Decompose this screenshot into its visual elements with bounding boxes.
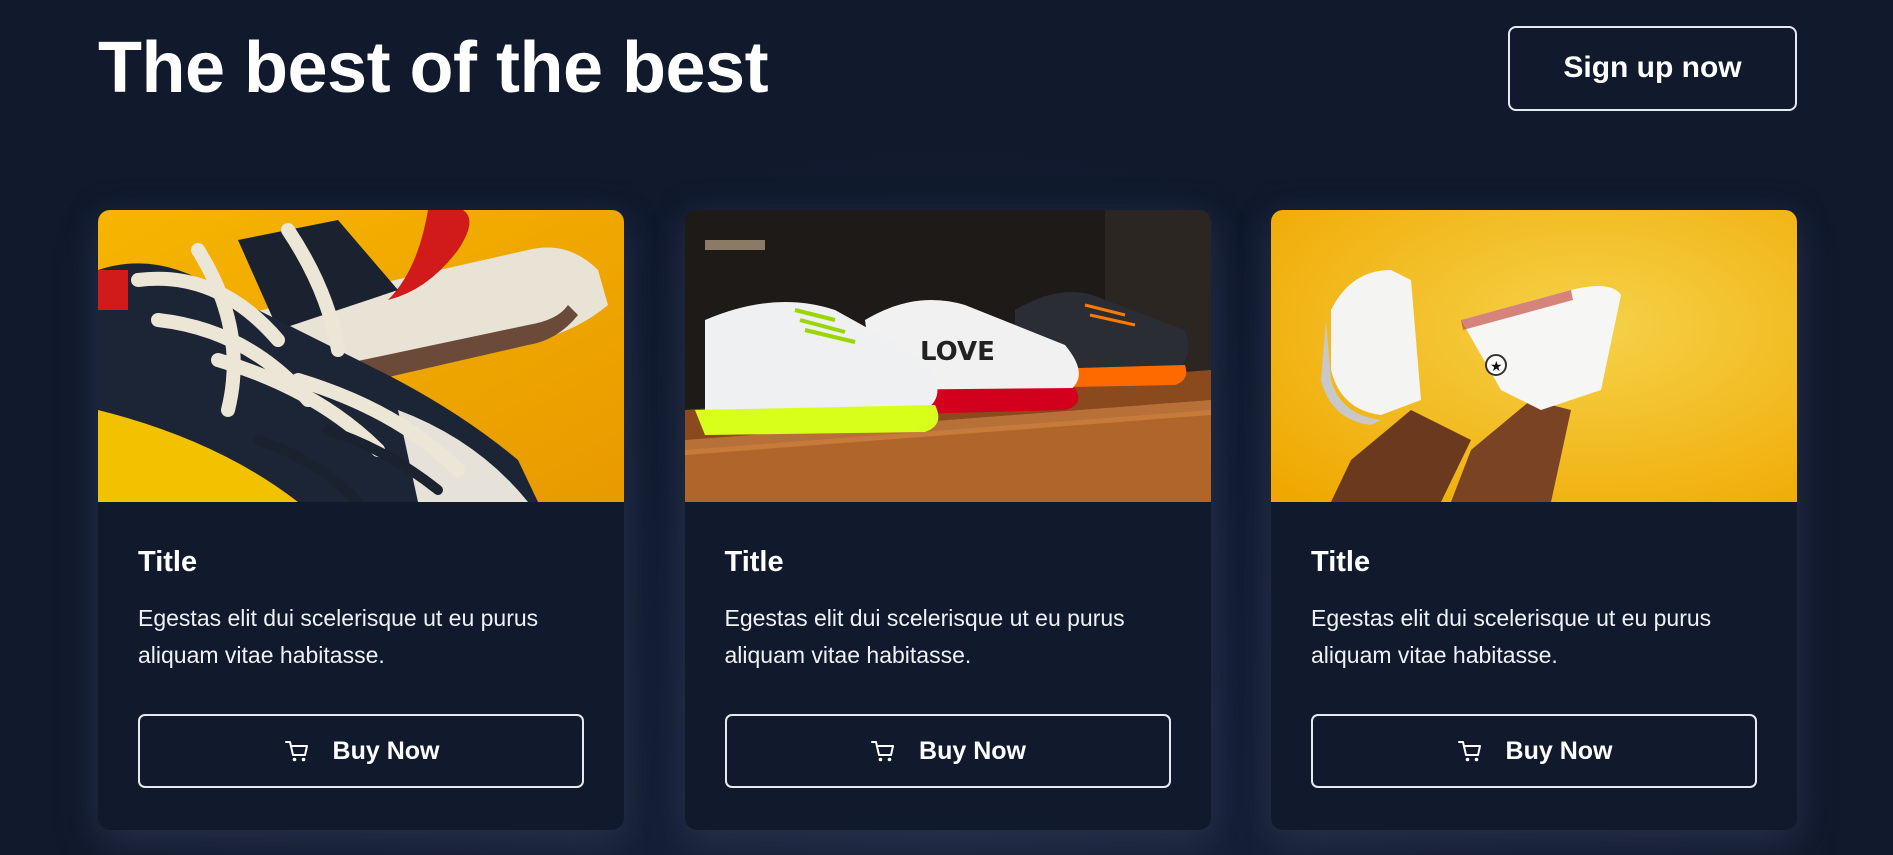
buy-now-label: Buy Now — [332, 736, 440, 765]
card-description: Egestas elit dui scelerisque ut eu purus… — [1311, 605, 1712, 668]
card-title: Title — [138, 546, 198, 578]
card-description: Egestas elit dui scelerisque ut eu purus… — [138, 605, 539, 668]
product-card: ★ Title Egestas elit dui scelerisque ut … — [1271, 210, 1797, 830]
card-body: Title Egestas elit dui scelerisque ut eu… — [1271, 502, 1797, 828]
page: The best of the best Sign up now Title E… — [0, 0, 1893, 855]
svg-text:★: ★ — [1490, 359, 1503, 375]
product-cards: Title Egestas elit dui scelerisque ut eu… — [98, 210, 1797, 830]
cart-icon — [869, 737, 897, 765]
shoe-print-text: LOVE — [920, 337, 995, 367]
buy-now-button[interactable]: Buy Now — [1311, 714, 1757, 788]
product-image-hightops-wall: ★ — [1271, 210, 1797, 502]
product-card: LOVE Title Egestas elit dui scelerisque … — [684, 210, 1211, 830]
card-title: Title — [1311, 546, 1371, 578]
page-title: The best of the best — [98, 28, 769, 108]
buy-now-label: Buy Now — [919, 736, 1026, 765]
cart-icon — [1456, 737, 1484, 765]
card-body: Title Egestas elit dui scelerisque ut eu… — [98, 502, 624, 828]
header: The best of the best Sign up now — [98, 24, 1797, 112]
card-body: Title Egestas elit dui scelerisque ut eu… — [685, 502, 1211, 828]
buy-now-button[interactable]: Buy Now — [138, 714, 584, 788]
card-description: Egestas elit dui scelerisque ut eu purus… — [724, 605, 1125, 668]
buy-now-button[interactable]: Buy Now — [724, 714, 1171, 788]
product-card: Title Egestas elit dui scelerisque ut eu… — [98, 210, 624, 830]
product-image-sneaker-closeup — [98, 210, 624, 502]
cart-icon — [283, 737, 311, 765]
product-image-sneakers-shelf: LOVE — [684, 210, 1211, 502]
buy-now-label: Buy Now — [1505, 736, 1613, 765]
card-title: Title — [724, 546, 784, 578]
sign-up-button[interactable]: Sign up now — [1508, 25, 1797, 111]
